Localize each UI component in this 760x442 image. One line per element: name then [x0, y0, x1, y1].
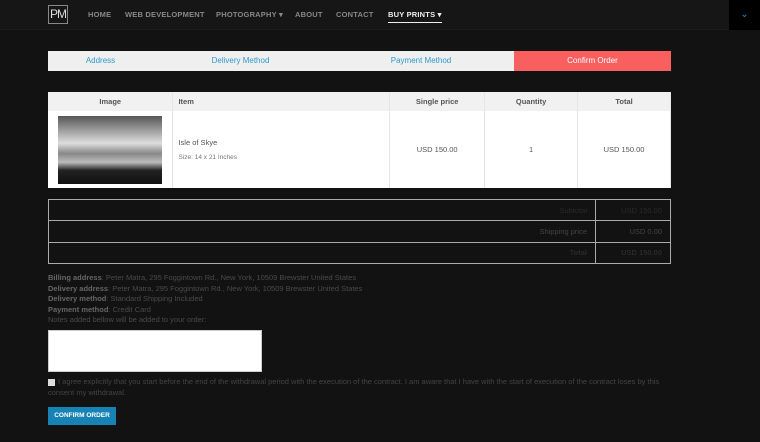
logo[interactable]: PM — [48, 5, 68, 24]
col-image: Image — [48, 92, 174, 111]
confirm-order-button[interactable]: CONFIRM ORDER — [48, 407, 116, 425]
delivery-method-label: Delivery method — [48, 294, 107, 303]
order-info: Billing address: Peter Matra, 295 Foggin… — [48, 273, 362, 326]
delivery-address: : Peter Matra, 295 Foggintown Rd., New Y… — [108, 283, 363, 293]
billing-address: : Peter Matra, 295 Foggintown Rd., New Y… — [101, 273, 357, 282]
subtotal-label: Subtotal — [48, 198, 596, 222]
table-row: Isle of Skye Size: 14 x 21 Inches USD 15… — [48, 111, 671, 188]
subtotal-value: USD 150.00 — [595, 198, 671, 222]
nav-buy-prints[interactable]: BUY PRINTS ▾ — [388, 10, 442, 23]
payment-method: : Credit Card — [108, 304, 151, 314]
step-confirm-order[interactable]: Confirm Order — [514, 51, 671, 71]
nav-photography[interactable]: PHOTOGRAPHY ▾ — [216, 10, 283, 19]
order-notes-input[interactable] — [48, 330, 262, 372]
billing-label: Billing address — [48, 273, 102, 282]
nav-web-development[interactable]: WEB DEVELOPMENT — [125, 10, 205, 19]
top-navbar: PM HOME WEB DEVELOPMENT PHOTOGRAPHY ▾ AB… — [0, 0, 760, 30]
nav-about[interactable]: ABOUT — [295, 10, 323, 19]
checkout-steps: Address Delivery Method Payment Method C… — [48, 51, 671, 71]
total-label: Total — [48, 241, 596, 264]
agree-text: I agree explicitly that you start before… — [48, 377, 660, 397]
order-items-table: Image Item Single price Quantity Total I… — [48, 92, 671, 188]
chevron-down-icon[interactable]: ⌄ — [729, 0, 760, 30]
total: USD 150.00 — [577, 111, 671, 188]
delivery-label: Delivery address — [48, 283, 109, 293]
col-single-price: Single price — [389, 92, 486, 111]
shipping-label: Shipping price — [48, 220, 596, 243]
item-size: Size: 14 x 21 Inches — [178, 154, 238, 161]
quantity: 1 — [484, 111, 579, 188]
order-summary-table: Subtotal USD 150.00 Shipping price USD 0.0… — [48, 198, 671, 264]
col-total: Total — [577, 92, 671, 111]
col-quantity: Quantity — [484, 92, 579, 111]
step-payment-method[interactable]: Payment Method — [328, 51, 514, 71]
shipping-value: USD 0.00 — [595, 220, 671, 243]
item-name: Isle of Skye — [178, 138, 218, 147]
col-item: Item — [172, 92, 391, 111]
nav-contact[interactable]: CONTACT — [336, 10, 374, 19]
step-address[interactable]: Address — [48, 51, 153, 71]
step-delivery-method[interactable]: Delivery Method — [153, 51, 328, 71]
payment-method-label: Payment method — [48, 304, 109, 314]
product-image — [58, 115, 163, 184]
total-value: USD 150.00 — [595, 241, 671, 264]
nav-home[interactable]: HOME — [88, 10, 111, 19]
notes-hint: Notes added bellow will be added to your… — [48, 315, 207, 324]
single-price: USD 150.00 — [389, 111, 486, 188]
delivery-method: : Standard Shipping Included — [106, 294, 203, 303]
agree-checkbox[interactable] — [48, 379, 55, 386]
